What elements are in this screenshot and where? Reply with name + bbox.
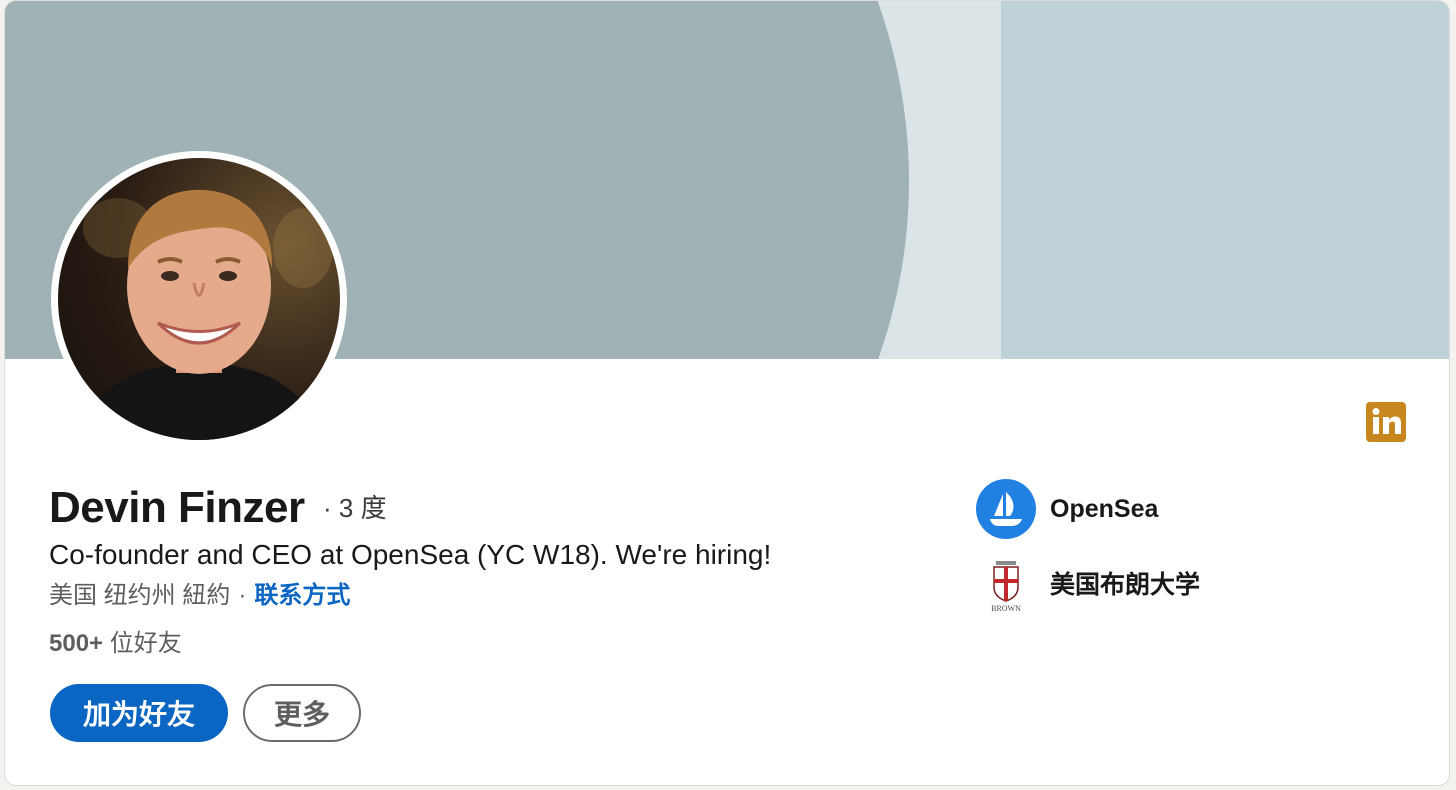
linkedin-icon[interactable] — [1366, 402, 1406, 442]
contact-info-link[interactable]: 联系方式 — [254, 582, 350, 609]
brown-logo-text: BROWN — [991, 604, 1021, 613]
opensea-logo-icon — [976, 479, 1036, 539]
profile-card: Devin Finzer · 3 度 Co-founder and CEO at… — [4, 0, 1450, 786]
org-item-brown[interactable]: BROWN 美国布朗大学 — [976, 555, 1200, 615]
org-item-opensea[interactable]: OpenSea — [976, 479, 1158, 539]
connect-button[interactable]: 加为好友 — [50, 684, 228, 742]
more-button[interactable]: 更多 — [243, 684, 361, 742]
connections-suffix: 位好友 — [103, 630, 182, 657]
banner-side-panel — [1001, 1, 1449, 359]
profile-name: Devin Finzer — [49, 483, 305, 532]
connection-degree: · 3 度 — [323, 493, 387, 523]
profile-headline: Co-founder and CEO at OpenSea (YC W18). … — [49, 539, 772, 570]
org-name-brown: 美国布朗大学 — [1050, 571, 1201, 599]
location-separator: · — [238, 582, 247, 609]
profile-location: 美国 纽约州 紐約 — [49, 582, 231, 609]
connections-count[interactable]: 500+ 位好友 — [49, 629, 182, 659]
linkedin-glyph — [1372, 408, 1401, 434]
person-portrait — [78, 189, 333, 440]
avatar-photo — [58, 158, 340, 440]
connections-number: 500+ — [49, 630, 104, 657]
profile-avatar[interactable] — [51, 151, 347, 447]
brown-university-crest-icon: BROWN — [976, 555, 1036, 615]
location-row: 美国 纽约州 紐約 · 联系方式 — [49, 581, 350, 611]
org-name-opensea: OpenSea — [1050, 495, 1159, 523]
